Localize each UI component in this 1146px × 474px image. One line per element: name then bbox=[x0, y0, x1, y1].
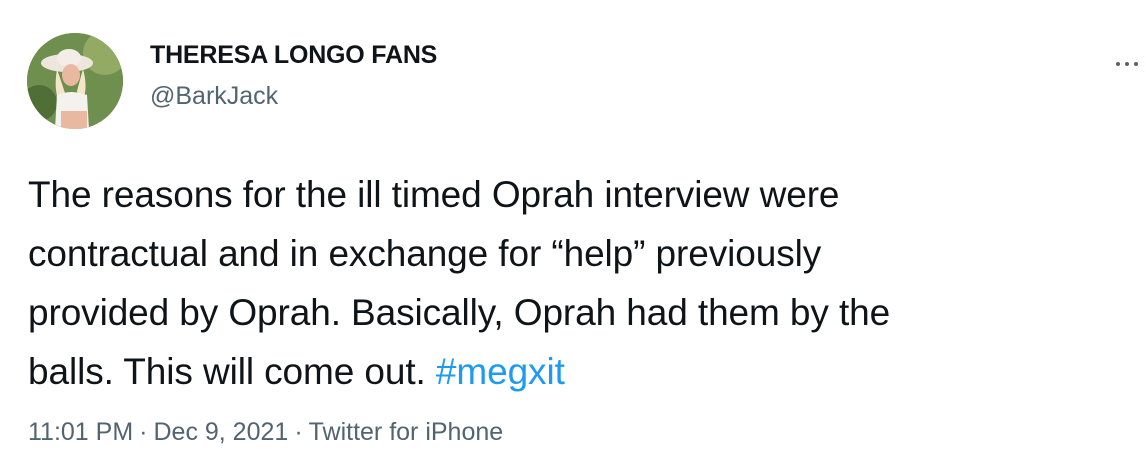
tweet-metadata: 11:01 PM · Dec 9, 2021 · Twitter for iPhone bbox=[28, 416, 503, 448]
meta-separator: · bbox=[139, 418, 148, 446]
tweet-time[interactable]: 11:01 PM bbox=[28, 418, 133, 446]
author-block: THERESA LONGO FANS @BarkJack bbox=[150, 40, 437, 111]
avatar-image bbox=[27, 33, 123, 129]
tweet-text-line: contractual and in exchange for “help” p… bbox=[28, 233, 822, 274]
tweet-card: THERESA LONGO FANS @BarkJack The reasons… bbox=[0, 0, 1146, 474]
avatar[interactable] bbox=[27, 33, 123, 129]
more-options-button[interactable] bbox=[1116, 58, 1146, 70]
hashtag-link[interactable]: #megxit bbox=[436, 351, 565, 392]
tweet-source[interactable]: Twitter for iPhone bbox=[309, 418, 504, 446]
tweet-text-line: balls. This will come out. bbox=[28, 351, 426, 392]
tweet-text: The reasons for the ill timed Oprah inte… bbox=[28, 165, 1128, 401]
tweet-text-line: provided by Oprah. Basically, Oprah had … bbox=[28, 292, 891, 333]
more-horizontal-icon-dot bbox=[1125, 62, 1129, 66]
meta-separator: · bbox=[294, 418, 303, 446]
more-horizontal-icon bbox=[1116, 62, 1120, 66]
author-handle[interactable]: @BarkJack bbox=[150, 81, 437, 111]
author-display-name[interactable]: THERESA LONGO FANS bbox=[150, 40, 437, 70]
more-horizontal-icon-dot bbox=[1134, 62, 1138, 66]
tweet-text-line-last: balls. This will come out. #megxit bbox=[28, 342, 1128, 401]
tweet-text-line: The reasons for the ill timed Oprah inte… bbox=[28, 174, 840, 215]
tweet-date[interactable]: Dec 9, 2021 bbox=[153, 418, 288, 446]
